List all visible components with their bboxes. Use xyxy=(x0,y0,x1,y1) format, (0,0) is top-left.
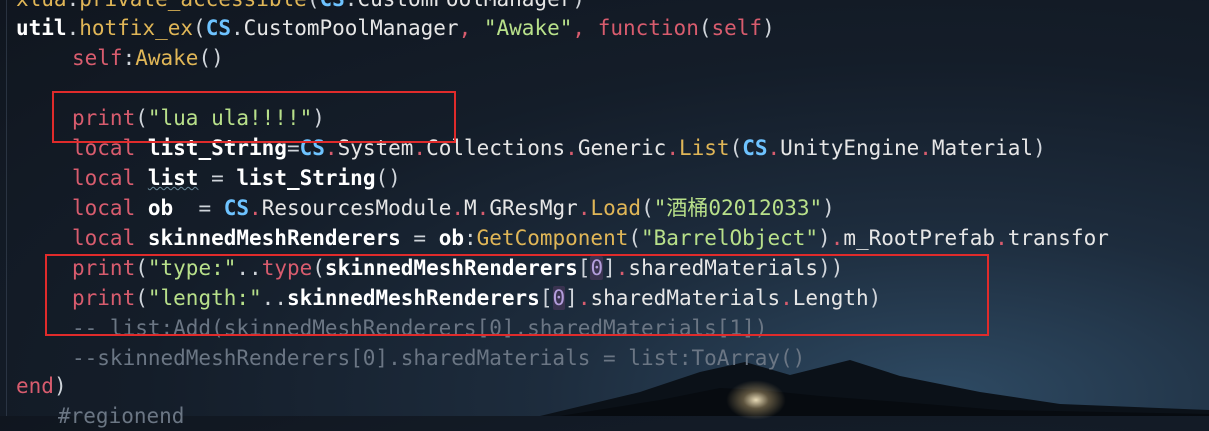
token-string: "酒桶02012033" xyxy=(653,196,823,220)
token-dot: . xyxy=(767,136,781,160)
token-dot: . xyxy=(66,16,80,40)
token-colon: : xyxy=(463,226,477,250)
token-end: end xyxy=(16,374,54,398)
token-local: local xyxy=(72,166,136,190)
token-dot: . xyxy=(476,196,490,220)
token-comma: , xyxy=(572,16,598,40)
token-dot: . xyxy=(565,136,578,160)
token-getcomponent: GetComponent xyxy=(476,226,629,250)
token-private-accessible: private_accessible xyxy=(79,0,307,11)
token-ns: ResourcesModule xyxy=(261,196,452,220)
token-field: transfor xyxy=(1007,226,1109,250)
token-ns: Generic xyxy=(577,136,667,160)
token-dot: . xyxy=(919,136,932,160)
code-line-comment-toarray[interactable]: --skinnedMeshRenderers[0].sharedMaterial… xyxy=(16,343,805,373)
highlight-box-print-type-length xyxy=(45,254,989,336)
token-dot: . xyxy=(67,0,80,11)
token-var-warning: list xyxy=(147,166,199,190)
token-cs: CS xyxy=(223,196,250,220)
code-editor[interactable]: xlua.private_accessible(CS.CustomPoolMan… xyxy=(0,0,1209,428)
token-paren: ( xyxy=(729,136,743,160)
token-parens: () xyxy=(198,46,224,70)
token-ns: UnityEngine xyxy=(780,136,920,160)
token-dot: . xyxy=(345,0,358,11)
token-dot: . xyxy=(666,136,679,160)
code-line-xlua-accessible[interactable]: xlua.private_accessible(CS.CustomPoolMan… xyxy=(16,0,585,14)
token-dot: . xyxy=(995,226,1008,250)
token-parens: () xyxy=(375,166,401,190)
code-line-local-list[interactable]: local list = list_String() xyxy=(16,163,401,193)
token-local: local xyxy=(72,226,136,250)
token-cs: CS xyxy=(742,136,768,160)
token-xlua: xlua xyxy=(16,0,67,11)
token-paren: ) xyxy=(53,374,67,398)
token-var: ob xyxy=(438,226,464,250)
token-util: util xyxy=(16,16,67,40)
token-self: self xyxy=(72,46,123,70)
token-local: local xyxy=(72,196,136,220)
token-function-kw: function xyxy=(597,16,699,40)
token-var: list_String xyxy=(236,166,376,190)
token-cs: CS xyxy=(319,0,344,11)
token-paren: ) xyxy=(762,16,775,40)
token-string: "Awake" xyxy=(483,16,573,40)
token-var: ob xyxy=(147,196,174,220)
token-paren: ( xyxy=(307,0,320,11)
token-eq: = xyxy=(173,196,224,220)
token-paren: ) xyxy=(572,0,585,11)
token-awake: Awake xyxy=(135,46,199,70)
indent-guide xyxy=(6,0,7,416)
token-paren: ) xyxy=(1033,136,1046,160)
token-paren: ( xyxy=(641,196,654,220)
token-cs: CS xyxy=(205,16,231,40)
highlight-box-print-lua xyxy=(52,91,456,143)
token-colon: : xyxy=(122,46,136,70)
code-line-end[interactable]: end) xyxy=(16,371,67,401)
code-line-regionend[interactable]: #regionend xyxy=(16,401,184,431)
token-class: GResMgr xyxy=(489,196,578,220)
token-class: Material xyxy=(931,136,1034,160)
token-hotfix-ex: hotfix_ex xyxy=(79,16,194,40)
token-dot: . xyxy=(249,196,262,220)
token-region: #regionend xyxy=(58,404,185,428)
token-load: Load xyxy=(590,196,642,220)
code-line-self-awake[interactable]: self:Awake() xyxy=(16,43,224,73)
token-paren: ( xyxy=(193,16,206,40)
code-line-hotfix[interactable]: util.hotfix_ex(CS.CustomPoolManager, "Aw… xyxy=(16,13,775,43)
token-class: CustomPoolManager xyxy=(357,0,572,11)
token-dot: . xyxy=(230,16,244,40)
token-ns: M xyxy=(464,196,477,220)
token-paren: ) xyxy=(818,226,831,250)
token-comma: , xyxy=(458,16,484,40)
token-string: "BarrelObject" xyxy=(641,226,819,250)
code-line-skinned[interactable]: local skinnedMeshRenderers = ob:GetCompo… xyxy=(16,223,1109,253)
token-list: List xyxy=(678,136,730,160)
token-class: CustomPoolManager xyxy=(243,16,459,40)
token-dot: . xyxy=(451,196,465,220)
token-paren: ) xyxy=(822,196,835,220)
token-paren: ( xyxy=(628,226,642,250)
token-dot: . xyxy=(830,226,844,250)
sunburst-glow xyxy=(726,380,786,420)
token-paren: ( xyxy=(698,16,712,40)
code-line-local-ob[interactable]: local ob = CS.ResourcesModule.M.GResMgr.… xyxy=(16,193,835,223)
token-self: self xyxy=(711,16,763,40)
token-comment: --skinnedMeshRenderers[0].sharedMaterial… xyxy=(72,346,806,370)
token-eq: = xyxy=(400,226,439,250)
token-field: m_RootPrefab xyxy=(843,226,996,250)
token-var: skinnedMeshRenderers xyxy=(147,226,401,250)
token-dot: . xyxy=(577,196,591,220)
token-eq: = xyxy=(198,166,237,190)
